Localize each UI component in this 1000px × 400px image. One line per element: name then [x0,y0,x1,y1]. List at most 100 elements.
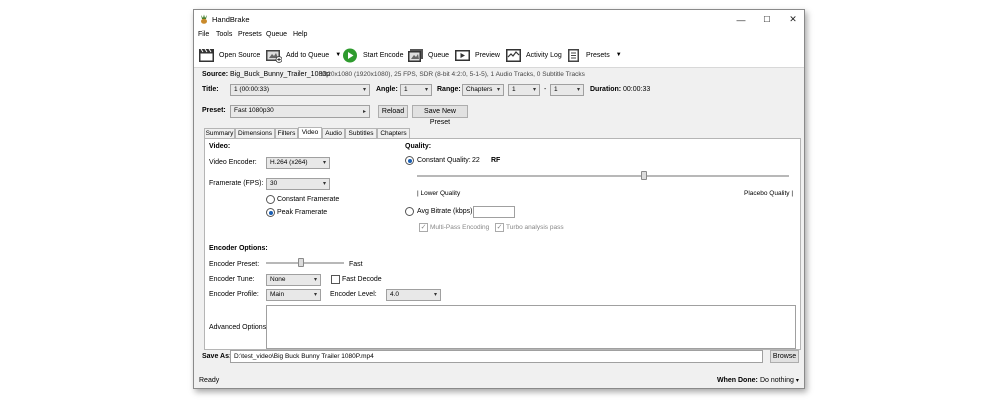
when-done-select[interactable]: Do nothing ▾ [760,377,799,384]
presets-dropdown-icon[interactable]: ▼ [616,52,622,58]
menu-help[interactable]: Help [293,31,307,38]
presets-icon [568,48,579,62]
range-label: Range: [437,86,461,93]
quality-slider-thumb[interactable] [640,171,647,180]
reload-button[interactable]: Reload [378,105,408,118]
save-new-preset-button[interactable]: Save New Preset [412,105,468,126]
encoder-tune-select[interactable]: None ▾ [266,274,321,286]
activity-log-icon [506,48,521,62]
range-start-select[interactable]: 1 ▾ [508,84,540,96]
queue-label: Queue [428,51,450,59]
title-select[interactable]: 1 (00:00:33) ▾ [230,84,370,96]
title-select-value: 1 (00:00:33) [234,86,270,93]
menu-file[interactable]: File [198,31,209,38]
advanced-options-label: Advanced Options: [209,324,269,331]
when-done-label: When Done: [717,377,758,384]
chevron-down-icon: ▾ [496,87,500,93]
avg-bitrate-input[interactable] [473,206,515,218]
range-type-select[interactable]: Chapters ▾ [462,84,504,96]
placebo-quality-label: Placebo Quality | [744,190,794,197]
peak-framerate-label: Peak Framerate [277,209,328,216]
chevron-down-icon: ▾ [362,87,366,93]
minimize-button[interactable]: — [728,10,754,29]
constant-framerate-radio[interactable] [266,195,275,204]
maximize-button[interactable]: ☐ [754,10,780,29]
range-end-select[interactable]: 1 ▾ [550,84,584,96]
add-queue-icon [266,49,282,63]
preview-icon [455,49,470,61]
duration-value: 00:00:33 [623,86,651,93]
video-encoder-select[interactable]: H.264 (x264) ▾ [266,157,330,169]
presets-label: Presets [586,51,610,59]
preview-button[interactable]: Preview [454,45,500,65]
fast-decode-label: Fast Decode [342,276,382,283]
peak-framerate-radio[interactable] [266,208,275,217]
angle-select[interactable]: 1 ▾ [400,84,432,96]
chevron-down-icon: ▾ [313,277,317,283]
encoder-profile-label: Encoder Profile: [209,291,259,298]
video-encoder-value: H.264 (x264) [270,159,308,166]
preset-selector[interactable]: Fast 1080p30 ▸ [230,105,370,118]
when-done-value: Do nothing [760,377,794,384]
lower-quality-label: | Lower Quality [417,190,461,197]
chevron-down-icon: ▾ [322,181,326,187]
turbo-checkbox[interactable]: ✓ [495,223,504,232]
framerate-select[interactable]: 30 ▾ [266,178,330,190]
close-button[interactable]: ✕ [780,10,804,29]
queue-icon [408,48,423,62]
encoder-tune-label: Encoder Tune: [209,276,255,283]
menu-queue[interactable]: Queue [266,31,287,38]
framerate-value: 30 [270,180,278,187]
rf-unit: RF [491,157,501,164]
avg-bitrate-label: Avg Bitrate (kbps): [417,208,475,215]
encoder-preset-slider-thumb[interactable] [298,258,305,267]
constant-quality-radio[interactable] [405,156,414,165]
advanced-options-textarea[interactable] [266,305,796,349]
queue-button[interactable]: Queue [407,45,449,65]
handbrake-window: HandBrake — ☐ ✕ File Tools Presets Queue… [193,9,805,389]
browse-button[interactable]: Browse [770,350,799,363]
encoder-options-title: Encoder Options: [209,245,268,252]
video-section-title: Video: [209,143,231,150]
chevron-down-icon: ▾ [433,292,437,298]
range-separator: - [544,86,547,93]
angle-select-value: 1 [404,86,408,93]
title-bar: HandBrake — ☐ ✕ [194,10,804,29]
encoder-preset-label: Encoder Preset: [209,261,260,268]
encoder-preset-slider-track[interactable] [266,262,344,264]
avg-bitrate-radio[interactable] [405,207,414,216]
add-to-queue-dropdown-icon[interactable]: ▼ [335,52,341,58]
encoder-level-value: 4.0 [390,291,400,298]
encoder-level-select[interactable]: 4.0 ▾ [386,289,441,301]
status-bar: Ready When Done: Do nothing ▾ [194,372,804,388]
encoder-tune-value: None [270,276,286,283]
source-label: Source: [202,71,229,78]
multipass-checkbox[interactable]: ✓ [419,223,428,232]
chevron-down-icon: ▾ [313,292,317,298]
activity-log-label: Activity Log [526,51,562,59]
menu-tools[interactable]: Tools [216,31,232,38]
preset-label: Preset: [202,107,226,114]
chevron-down-icon: ▾ [322,160,326,166]
chevron-down-icon: ▾ [424,87,428,93]
framerate-label: Framerate (FPS): [209,180,264,187]
quality-slider-track[interactable] [417,175,789,177]
chevron-right-icon: ▸ [362,109,366,115]
multipass-label: Multi-Pass Encoding [430,224,490,231]
activity-log-button[interactable]: Activity Log [505,45,562,65]
range-end-value: 1 [554,86,558,93]
duration-label: Duration: [590,86,622,93]
start-encode-label: Start Encode [363,51,404,59]
encoder-level-label: Encoder Level: [330,291,377,298]
menu-presets[interactable]: Presets [238,31,262,38]
encoder-preset-value: Fast [349,261,363,268]
presets-button[interactable]: Presets ▼ [565,45,622,65]
add-to-queue-button[interactable]: Add to Queue ▼ [265,45,341,65]
open-source-button[interactable]: Open Source [198,45,260,65]
fast-decode-checkbox[interactable] [331,275,340,284]
encoder-profile-select[interactable]: Main ▾ [266,289,321,301]
constant-quality-value: 22 [472,157,480,164]
chevron-down-icon: ▾ [576,87,580,93]
save-as-path-input[interactable]: D:\test_video\Big Buck Bunny Trailer 108… [230,350,763,363]
start-encode-button[interactable]: Start Encode [342,45,403,65]
